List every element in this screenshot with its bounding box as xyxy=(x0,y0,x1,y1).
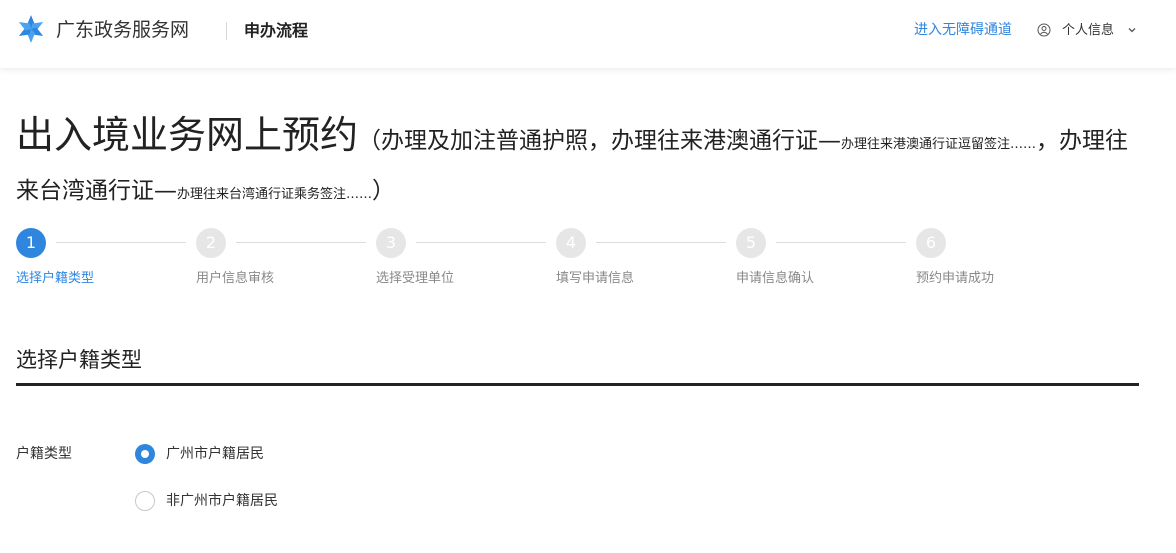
page-subtitle: 申办流程 xyxy=(244,21,309,40)
title-main: 出入境业务网上预约 xyxy=(16,113,359,157)
site-brand[interactable]: 广东政务服务网 xyxy=(56,18,189,42)
chevron-down-icon[interactable] xyxy=(1127,25,1137,35)
accessibility-link[interactable]: 进入无障碍通道 xyxy=(914,20,1012,40)
step-connector xyxy=(596,242,726,243)
step-2-label: 用户信息审核 xyxy=(196,271,275,286)
user-menu-label[interactable]: 个人信息 xyxy=(1062,21,1114,41)
step-1-label: 选择户籍类型 xyxy=(16,271,95,286)
header-divider xyxy=(226,22,227,40)
section-divider xyxy=(16,383,1139,386)
logo-icon xyxy=(18,15,44,43)
section-title: 选择户籍类型 xyxy=(16,348,142,372)
title-note-1: 办理往来港澳通行证逗留签注…… xyxy=(841,137,1037,152)
step-6-label: 预约申请成功 xyxy=(916,271,995,286)
step-connector xyxy=(236,242,366,243)
step-connector xyxy=(776,242,906,243)
page-title: 出入境业务网上预约（办理及加注普通护照，办理往来港澳通行证—办理往来港澳通行证逗… xyxy=(16,112,1146,218)
step-4-label: 填写申请信息 xyxy=(556,271,635,286)
step-3-label: 选择受理单位 xyxy=(376,271,455,286)
title-note-2: 办理往来台湾通行证乘务签注…… xyxy=(177,187,373,202)
title-paren-close: ） xyxy=(372,178,396,204)
step-1-circle: 1 xyxy=(16,228,46,258)
user-icon[interactable] xyxy=(1037,23,1051,37)
step-2-circle: 2 xyxy=(196,228,226,258)
radio-label-guangzhou-resident[interactable]: 广州市户籍居民 xyxy=(166,444,264,464)
step-connector xyxy=(416,242,546,243)
step-connector xyxy=(56,242,186,243)
household-type-label: 户籍类型 xyxy=(16,446,72,462)
title-paren-open: （办理及加注普通护照，办理往来港澳通行证— xyxy=(358,128,842,154)
radio-non-guangzhou-resident[interactable] xyxy=(135,491,155,511)
step-3-circle: 3 xyxy=(376,228,406,258)
radio-label-non-guangzhou-resident[interactable]: 非广州市户籍居民 xyxy=(166,491,278,511)
radio-guangzhou-resident[interactable] xyxy=(135,444,155,464)
step-5-label: 申请信息确认 xyxy=(736,271,815,286)
step-6-circle: 6 xyxy=(916,228,946,258)
step-4-circle: 4 xyxy=(556,228,586,258)
top-header: 广东政务服务网 申办流程 进入无障碍通道 个人信息 xyxy=(0,0,1176,68)
step-5-circle: 5 xyxy=(736,228,766,258)
